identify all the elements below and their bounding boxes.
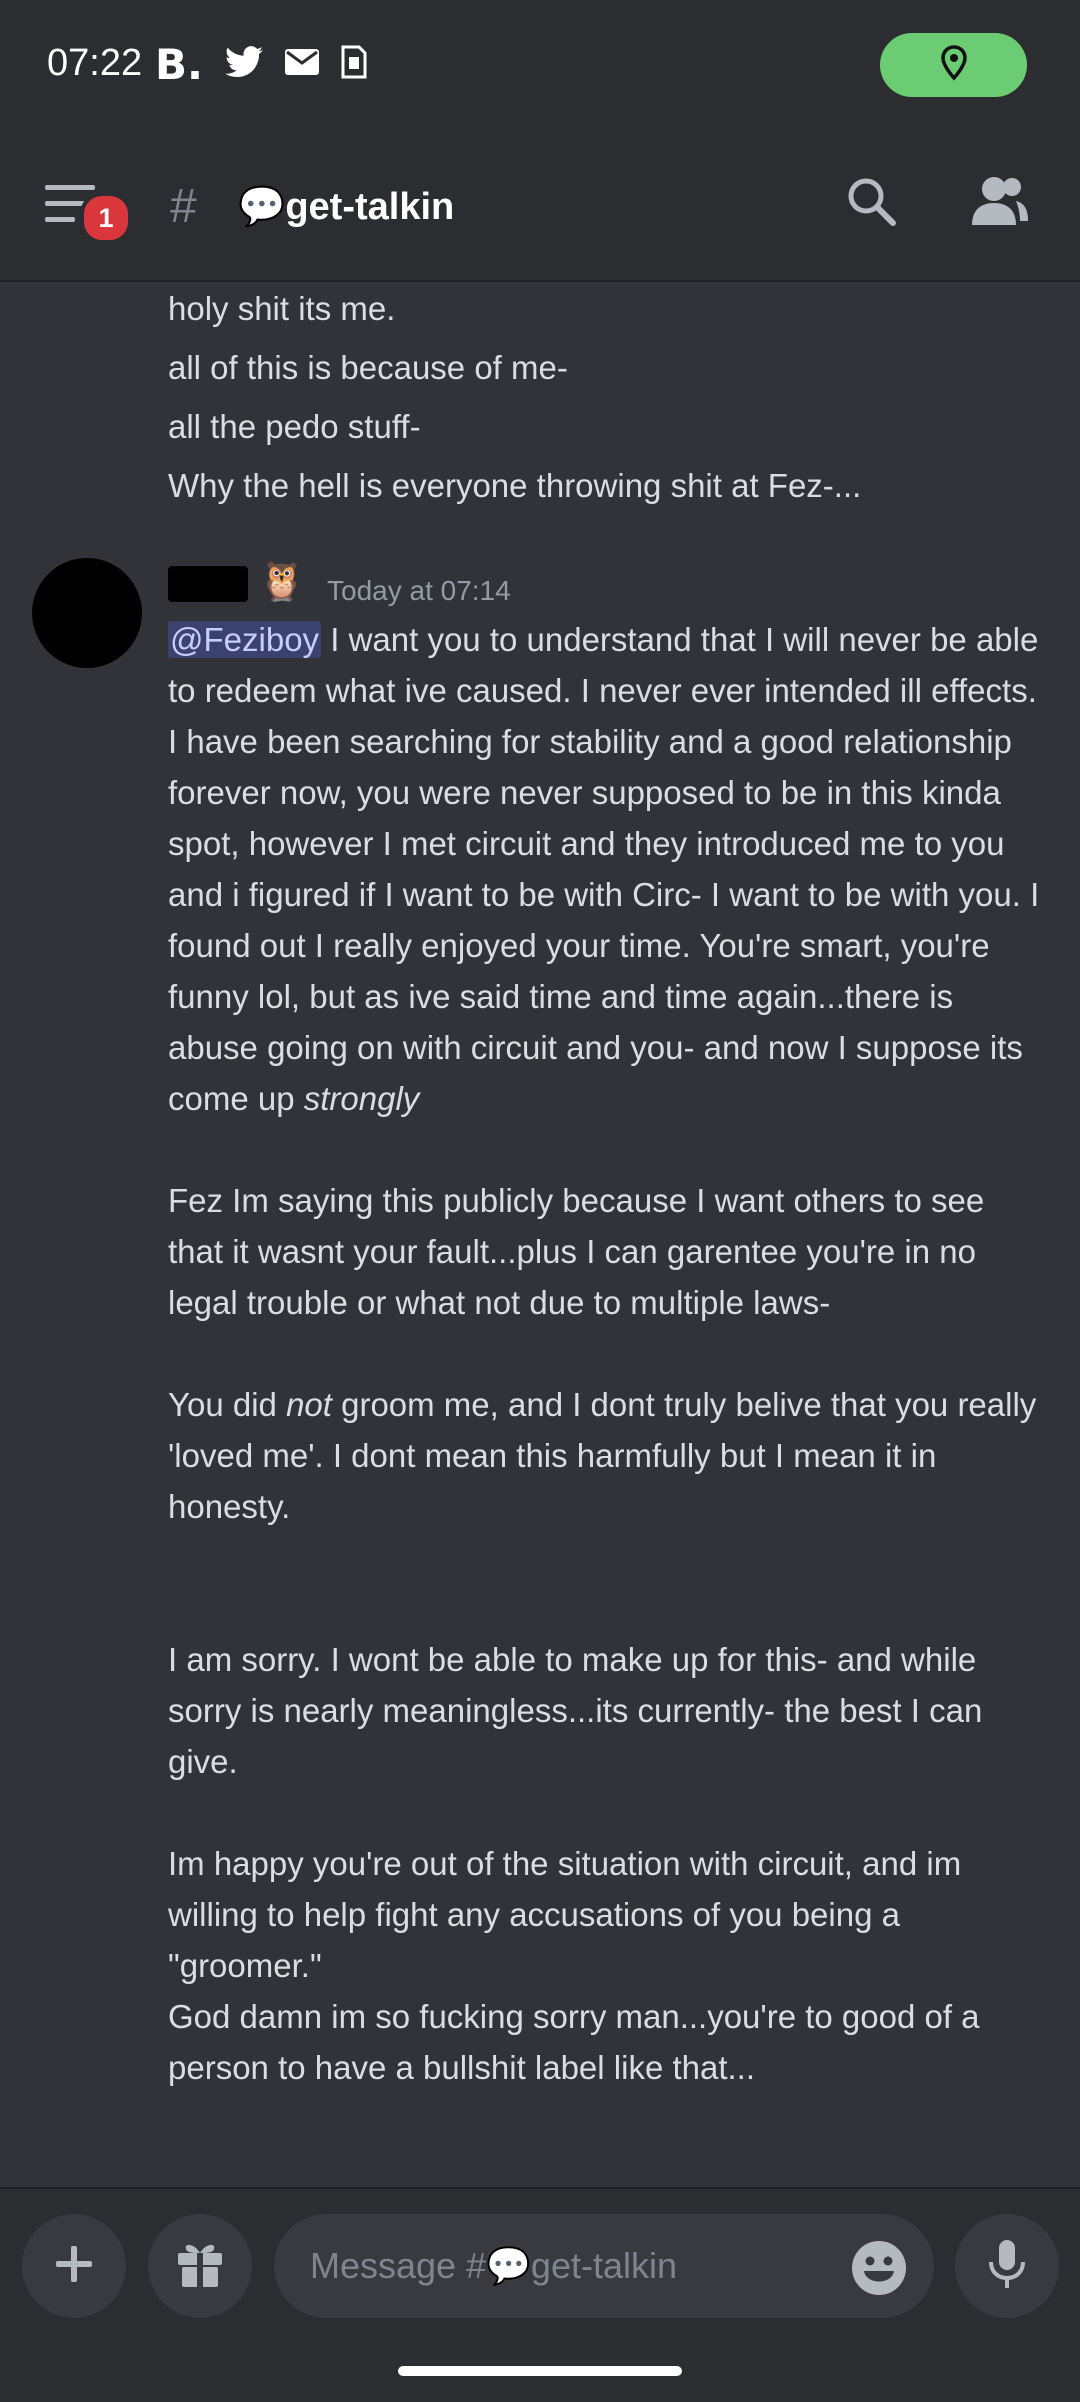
message-paragraph: @Feziboy I want you to understand that I… — [168, 614, 1048, 1124]
gift-icon — [174, 2239, 226, 2294]
gift-button[interactable] — [148, 2214, 252, 2318]
message-text: You did — [168, 1386, 287, 1423]
add-attachment-button[interactable] — [22, 2214, 126, 2318]
twitter-icon — [224, 46, 263, 83]
message-line: all the pedo stuff- — [168, 408, 421, 445]
search-button[interactable] — [845, 175, 905, 235]
status-bar: 07:22 B. — [0, 0, 1080, 135]
message-input[interactable]: Message #💬get-talkin — [274, 2214, 934, 2318]
message-paragraph: I am sorry. I wont be able to make up fo… — [168, 1641, 992, 1780]
home-indicator[interactable] — [398, 2366, 682, 2376]
search-icon — [845, 178, 897, 231]
location-indicator[interactable] — [880, 33, 1027, 97]
channel-header: # 💬get-talkin — [0, 135, 1080, 282]
plus-icon — [54, 2244, 94, 2289]
italic-text: strongly — [303, 1080, 420, 1117]
emoji-button[interactable] — [850, 2239, 908, 2297]
message-paragraph: God damn im so fucking sorry man...you'r… — [168, 1998, 989, 2086]
message-paragraph: You did not groom me, and I dont truly b… — [168, 1379, 1048, 1532]
status-icons: B. — [155, 40, 367, 89]
message-line: holy shit its me. — [168, 290, 396, 327]
voice-message-button[interactable] — [955, 2214, 1059, 2318]
message-timestamp: Today at 07:14 — [327, 575, 511, 606]
status-time: 07:22 — [47, 42, 143, 84]
b-app-icon: B. — [155, 40, 203, 89]
emoji-icon — [850, 2241, 908, 2301]
channel-title[interactable]: 💬get-talkin — [238, 185, 454, 229]
members-icon — [970, 177, 1030, 231]
sim-card-icon — [341, 45, 367, 84]
notification-badge: 1 — [80, 192, 132, 244]
members-button[interactable] — [970, 175, 1035, 235]
user-mention[interactable]: @Feziboy — [168, 621, 322, 658]
message-paragraph: Im happy you're out of the situation wit… — [168, 1845, 971, 1984]
message-line: Why the hell is everyone throwing shit a… — [168, 467, 862, 504]
mail-icon — [284, 49, 319, 80]
microphone-icon — [987, 2238, 1027, 2295]
location-pin-icon — [940, 44, 967, 86]
message-text: I want you to understand that I will nev… — [168, 621, 1049, 1117]
message-content: @Feziboy I want you to understand that I… — [168, 614, 1048, 2093]
channel-hash-icon: # — [170, 180, 197, 233]
avatar[interactable] — [32, 558, 142, 668]
message-line: all of this is because of me- — [168, 349, 568, 386]
username-redacted[interactable] — [168, 566, 248, 602]
italic-text: not — [286, 1386, 332, 1423]
owl-emoji: 🦉 — [258, 561, 306, 603]
message-paragraph: Fez Im saying this publicly because I wa… — [168, 1182, 994, 1321]
